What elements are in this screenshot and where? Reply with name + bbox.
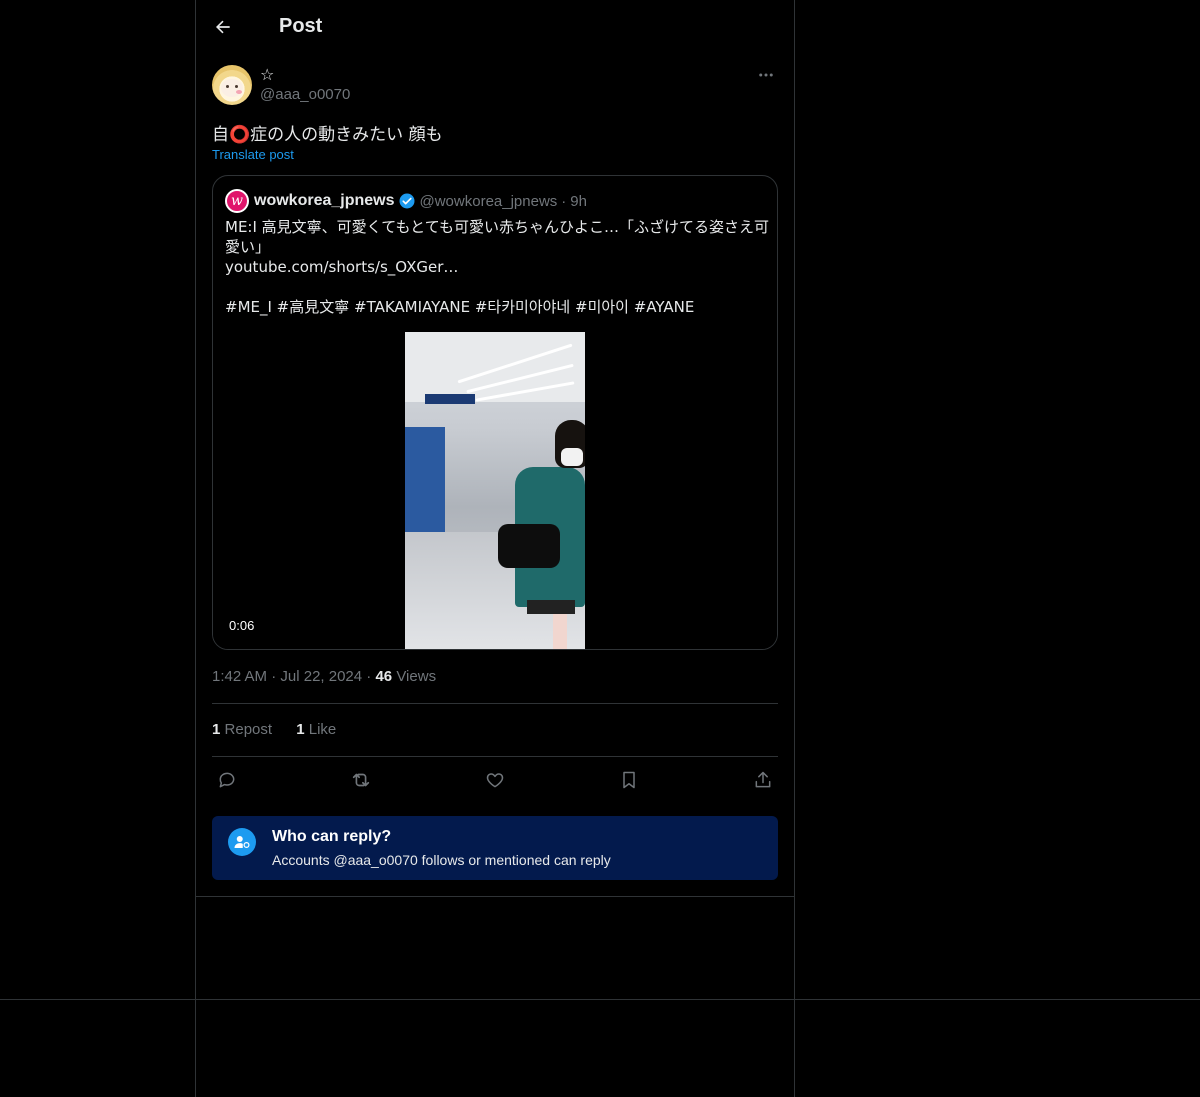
- repost-button[interactable]: [346, 765, 376, 795]
- likes-label: Like: [308, 721, 337, 738]
- translate-post-link[interactable]: Translate post: [212, 147, 294, 162]
- arrow-left-icon: [216, 20, 230, 33]
- post-time[interactable]: 1:42 AM: [212, 668, 267, 685]
- post-metadata: 1:42 AM · Jul 22, 2024 · 46 Views: [212, 668, 437, 685]
- quoted-link[interactable]: youtube.com/shorts/s_OXGer…: [225, 257, 769, 277]
- heart-icon: [486, 773, 504, 788]
- separator-dot: ·: [561, 192, 567, 210]
- quoted-avatar[interactable]: w: [225, 189, 249, 213]
- reply-icon: [219, 772, 235, 788]
- verified-badge-icon: [399, 193, 414, 209]
- share-button[interactable]: [748, 765, 778, 795]
- likes-link[interactable]: 1 Like: [296, 721, 336, 738]
- likes-count: 1: [296, 721, 305, 738]
- post-text: 自⭕症の人の動きみたい 顔も: [212, 125, 443, 145]
- author-handle[interactable]: @aaa_o0070: [260, 86, 350, 103]
- video-thumbnail[interactable]: [405, 332, 585, 649]
- views-count: 46: [375, 668, 393, 685]
- post-author: ☆ @aaa_o0070: [212, 65, 778, 107]
- share-icon: [755, 771, 771, 788]
- divider: [212, 756, 778, 757]
- avatar[interactable]: [212, 65, 252, 105]
- reply-button[interactable]: [212, 765, 242, 795]
- quoted-display-name[interactable]: wowkorea_jpnews: [254, 192, 395, 210]
- like-button[interactable]: [480, 765, 510, 795]
- top-header: Post: [196, 0, 794, 53]
- divider: [212, 703, 778, 704]
- repost-icon: [352, 773, 370, 787]
- who-can-reply-banner: Who can reply? Accounts @aaa_o0070 follo…: [212, 816, 778, 880]
- post-date[interactable]: Jul 22, 2024: [280, 668, 362, 685]
- primary-column: Post ☆ @aaa_o0070 自⭕症の人の動きみたい 顔も Transla…: [195, 0, 795, 1097]
- video-player[interactable]: 0:06: [213, 332, 777, 649]
- bookmark-button[interactable]: [614, 765, 644, 795]
- who-can-reply-title: Who can reply?: [272, 828, 392, 845]
- back-button[interactable]: [206, 10, 240, 44]
- page-title: Post: [279, 15, 323, 37]
- bookmark-icon: [623, 771, 635, 789]
- user-at-icon: [228, 828, 256, 856]
- quoted-handle[interactable]: @wowkorea_jpnews: [420, 193, 558, 210]
- reposts-count: 1: [212, 721, 221, 738]
- quoted-text-line: [225, 277, 769, 297]
- quoted-hashtags[interactable]: #ME_I #高見文寧 #TAKAMIAYANE #타카미아야네 #미아이 #A…: [225, 297, 769, 317]
- quoted-post[interactable]: w wowkorea_jpnews @wowkorea_jpnews · 9h …: [212, 175, 778, 650]
- quoted-time[interactable]: 9h: [570, 193, 587, 210]
- quoted-text-line: 愛い」: [225, 238, 271, 256]
- author-display-name[interactable]: ☆: [260, 65, 274, 85]
- video-duration: 0:06: [223, 616, 261, 635]
- column-divider: [196, 896, 794, 897]
- who-can-reply-subtitle: Accounts @aaa_o0070 follows or mentioned…: [272, 852, 611, 868]
- more-horizontal-icon: [759, 73, 773, 77]
- reposts-label: Repost: [224, 721, 273, 738]
- quoted-text-line: ME:I 高見文寧、可愛くてもとても可愛い赤ちゃんひよこ…「ふざけてる姿さえ可: [225, 218, 769, 236]
- quoted-post-text: ME:I 高見文寧、可愛くてもとても可愛い赤ちゃんひよこ…「ふざけてる姿さえ可 …: [225, 217, 769, 317]
- quoted-post-header: w wowkorea_jpnews @wowkorea_jpnews · 9h: [225, 189, 587, 213]
- reposts-link[interactable]: 1 Repost: [212, 721, 276, 738]
- engagement-counts: 1 Repost 1 Like: [212, 721, 356, 738]
- action-bar: [212, 765, 778, 795]
- more-button[interactable]: [754, 65, 778, 85]
- views-label: Views: [396, 668, 437, 685]
